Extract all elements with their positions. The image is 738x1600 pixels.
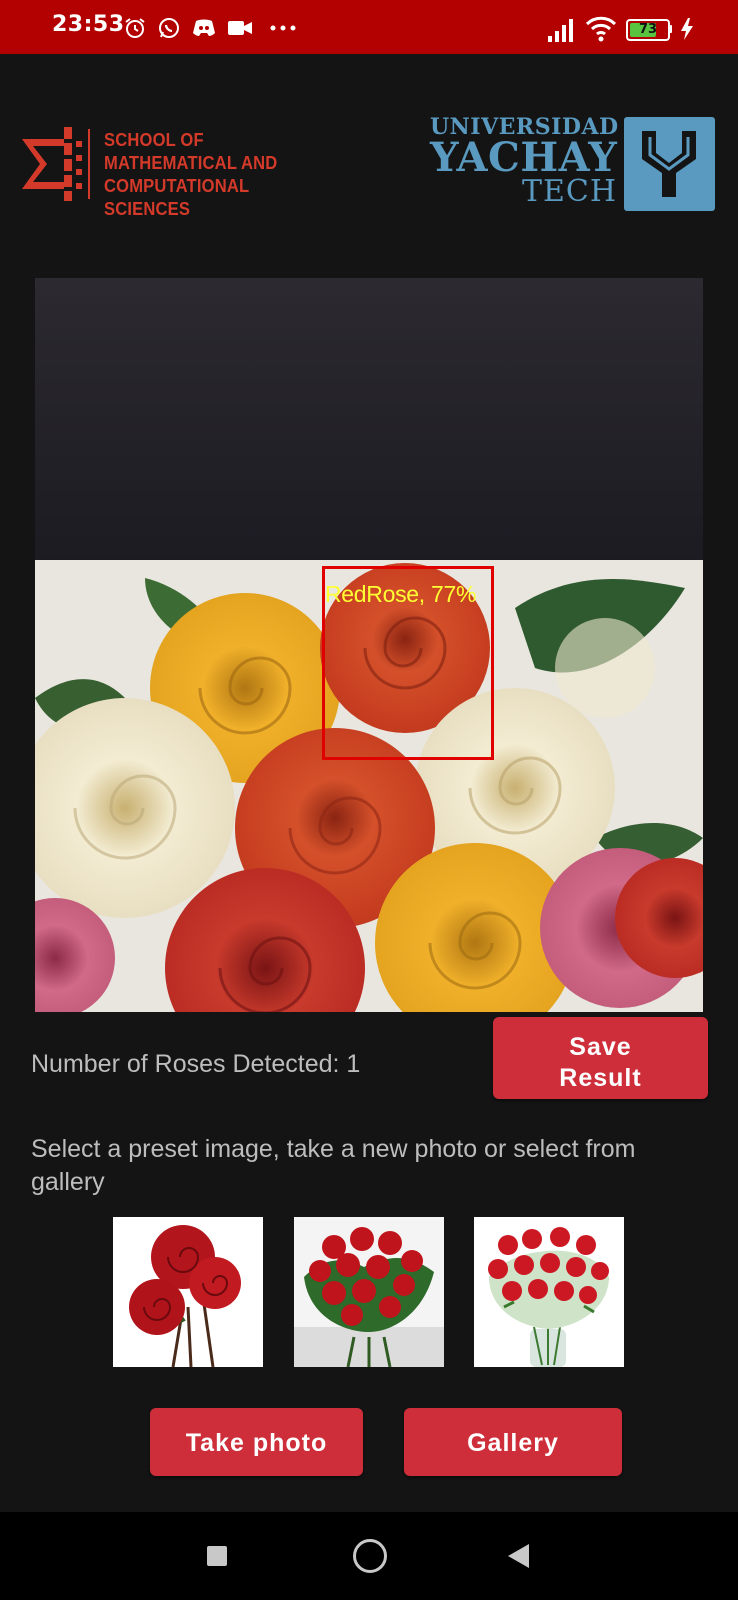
video-icon: [228, 21, 252, 35]
battery-level: 73: [638, 22, 658, 37]
school-name: SCHOOL OF MATHEMATICAL AND COMPUTATIONAL…: [104, 129, 336, 221]
school-line-2: MATHEMATICAL AND: [104, 153, 278, 173]
whatsapp-icon: [159, 18, 179, 38]
signal-icon: [548, 19, 573, 42]
school-emblem-icon: [22, 127, 90, 201]
save-result-button[interactable]: Save Result: [493, 1017, 708, 1099]
battery-nub: [669, 25, 672, 33]
status-bar: 23:53 73: [0, 0, 738, 54]
wifi-icon: [585, 16, 617, 42]
status-time: 23:53: [52, 12, 125, 37]
home-icon[interactable]: [353, 1539, 387, 1573]
alarm-icon: [125, 18, 145, 38]
detection-label: RedRose, 77%: [325, 581, 477, 607]
school-line-3: COMPUTATIONAL SCIENCES: [104, 176, 249, 219]
save-result-label-2: Result: [559, 1063, 642, 1092]
more-icon: [270, 25, 296, 31]
yachay-emblem-icon: [624, 117, 715, 211]
preset-image-2[interactable]: [294, 1217, 444, 1367]
recents-icon[interactable]: [207, 1546, 227, 1566]
preset-image-3[interactable]: [474, 1217, 624, 1367]
save-result-label-1: Save: [569, 1032, 632, 1061]
school-logo: SCHOOL OF MATHEMATICAL AND COMPUTATIONAL…: [16, 125, 356, 219]
charging-icon: [681, 18, 693, 40]
gallery-button[interactable]: Gallery: [404, 1408, 622, 1476]
back-icon[interactable]: [508, 1544, 529, 1568]
school-line-1: SCHOOL OF: [104, 130, 204, 150]
instructions-text: Select a preset image, take a new photo …: [31, 1135, 636, 1196]
yachay-line-3: TECH: [522, 174, 618, 209]
take-photo-button[interactable]: Take photo: [150, 1408, 363, 1476]
yachay-logo: UNIVERSIDAD YACHAY TECH: [428, 112, 718, 216]
battery-icon: 73: [626, 19, 670, 41]
detection-count: Number of Roses Detected: 1: [31, 1050, 361, 1078]
discord-icon: [193, 19, 215, 36]
preset-image-1[interactable]: [113, 1217, 263, 1367]
